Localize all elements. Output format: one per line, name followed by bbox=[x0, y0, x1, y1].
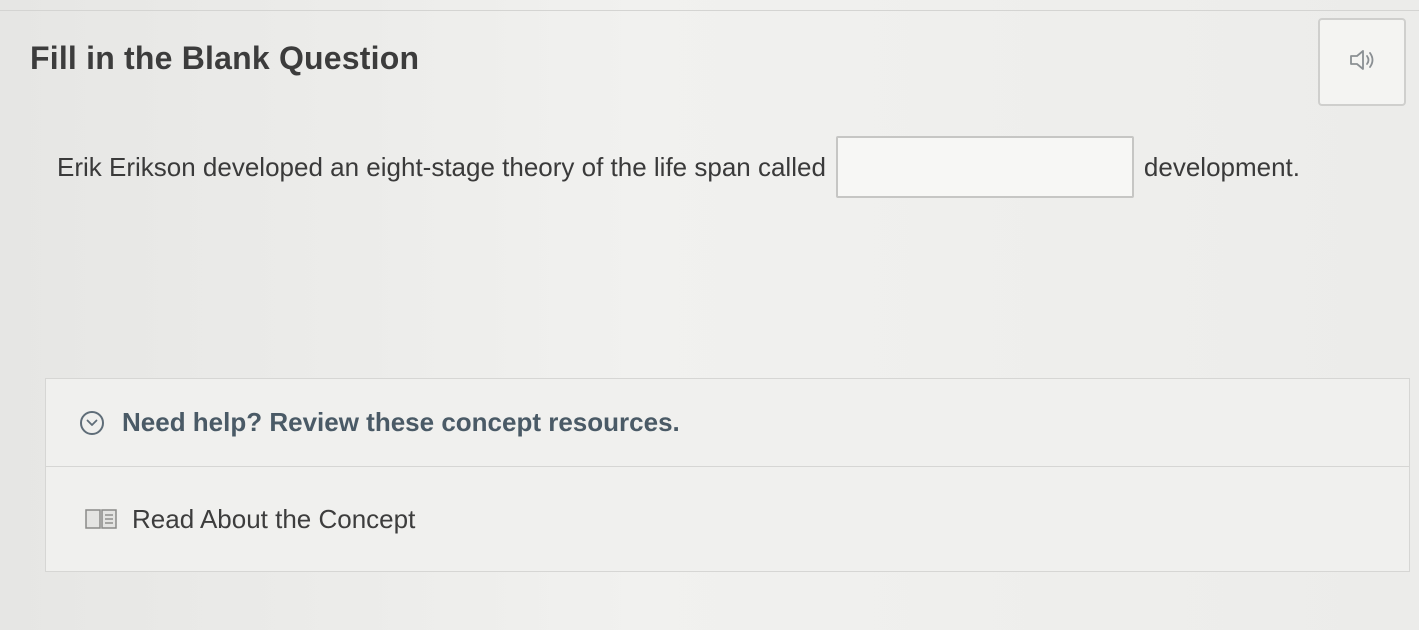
speaker-icon bbox=[1348, 48, 1376, 77]
blank-answer-input[interactable] bbox=[835, 136, 1134, 198]
top-divider bbox=[0, 10, 1419, 11]
concept-resources-panel: Need help? Review these concept resource… bbox=[45, 378, 1410, 572]
read-about-concept-link[interactable]: Read About the Concept bbox=[46, 467, 1409, 571]
chevron-down-icon bbox=[80, 410, 104, 435]
question-sentence: Erik Erikson developed an eight-stage th… bbox=[57, 136, 1397, 198]
question-title: Fill in the Blank Question bbox=[30, 40, 420, 76]
resource-label: Read About the Concept bbox=[132, 503, 416, 534]
book-icon bbox=[84, 506, 118, 532]
audio-button[interactable] bbox=[1318, 18, 1406, 106]
question-text-after: development. bbox=[1143, 151, 1301, 182]
question-text-before: Erik Erikson developed an eight-stage th… bbox=[57, 151, 826, 182]
concept-resources-label: Need help? Review these concept resource… bbox=[122, 407, 680, 437]
concept-resources-toggle[interactable]: Need help? Review these concept resource… bbox=[46, 379, 1409, 467]
